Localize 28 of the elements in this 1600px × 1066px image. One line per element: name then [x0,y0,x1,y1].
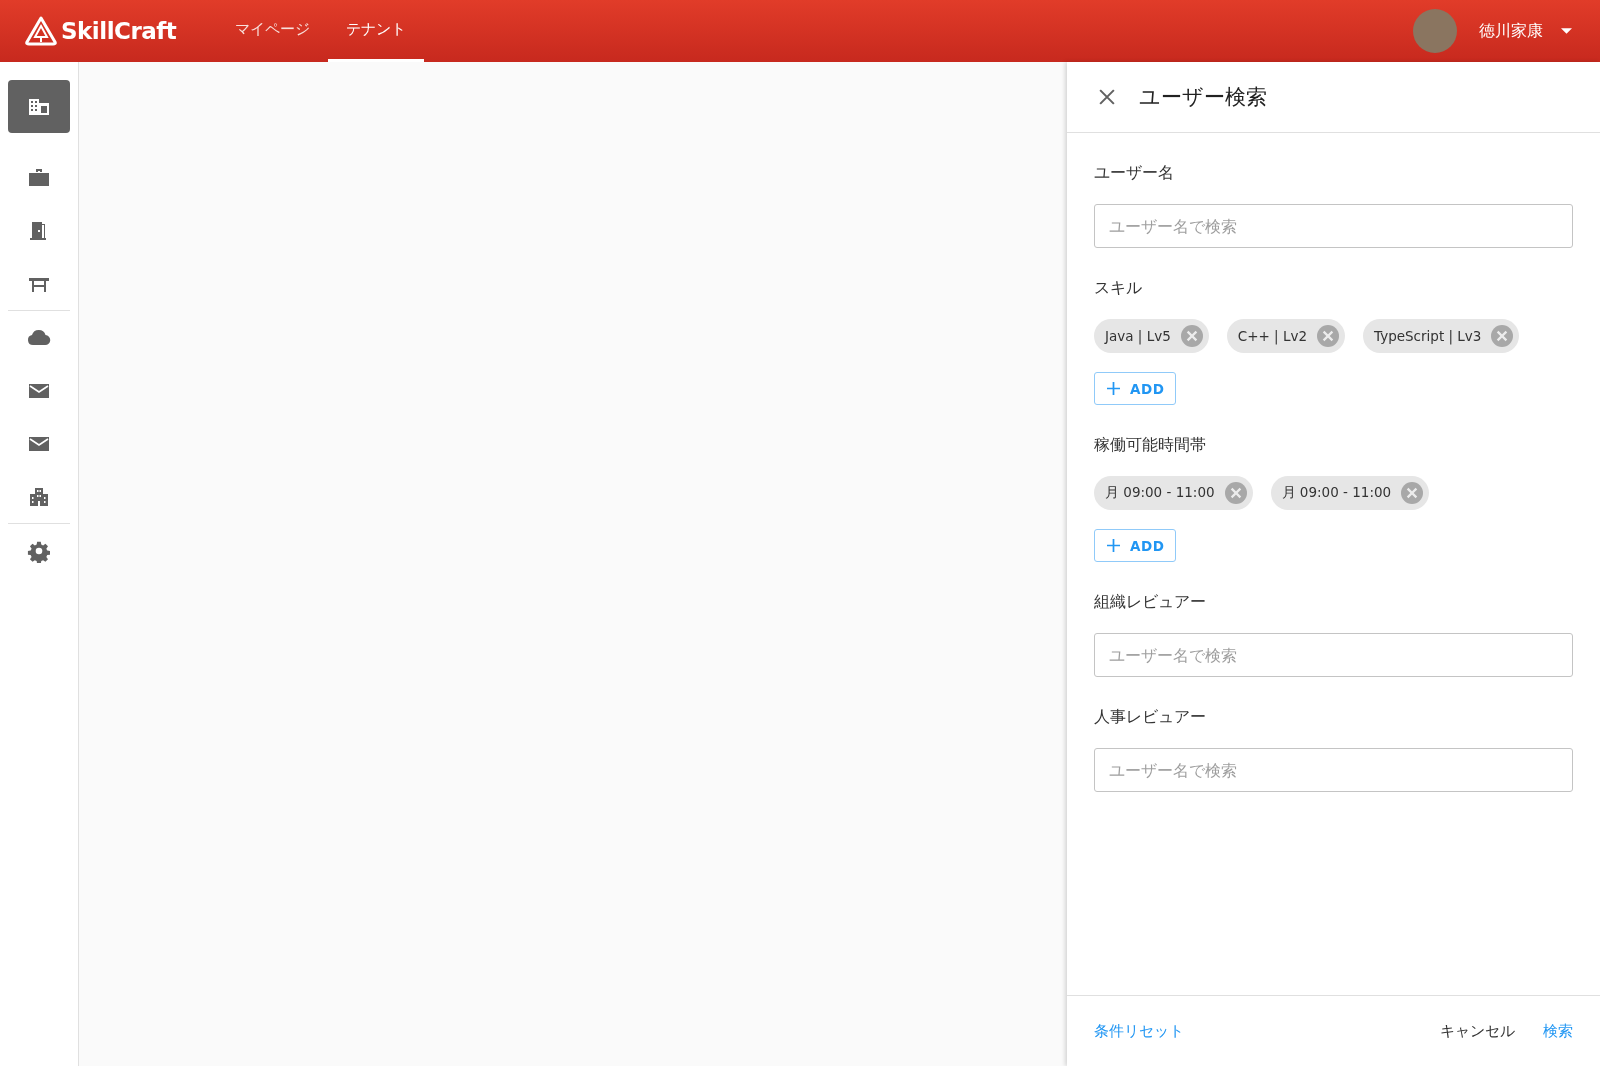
filter-chip[interactable]: TypeScript | Lv3 [1363,319,1520,353]
logo-text[interactable]: SkillCraft [61,18,177,44]
plus-icon [1107,382,1120,395]
logo-icon [25,16,57,46]
search-field[interactable]: ユーザー名で検索 [1094,204,1573,248]
add-button[interactable]: ADD [1094,372,1177,405]
plus-icon [1107,539,1120,552]
filter-chip[interactable]: Java | Lv5 [1094,319,1209,353]
reset-link[interactable]: 条件リセット [1094,1021,1184,1041]
close-icon[interactable] [1099,89,1115,105]
cancel-button[interactable]: キャンセル [1440,1021,1515,1041]
search-field[interactable]: ユーザー名で検索 [1094,633,1573,677]
filter-chip[interactable]: 月 09:00 - 11:00 [1094,476,1253,510]
field-label: 人事レビュアー [1094,707,1206,728]
building-nav-item[interactable] [8,80,70,133]
panel-title: ユーザー検索 [1139,84,1267,111]
field-label: ユーザー名 [1094,163,1174,184]
field-label: スキル [1094,278,1142,299]
search-field[interactable]: ユーザー名で検索 [1094,748,1573,792]
field-label: 稼働可能時間帯 [1094,435,1206,456]
filter-chip[interactable]: 月 09:00 - 11:00 [1270,476,1430,510]
search-button[interactable]: 検索 [1543,1021,1573,1041]
nav-tab[interactable]: マイページ [217,0,328,62]
caret-icon[interactable] [1561,28,1572,34]
field-label: 組織レビュアー [1094,592,1206,613]
filter-chip[interactable]: C++ | Lv2 [1226,319,1346,353]
add-button[interactable]: ADD [1094,529,1177,562]
user-name[interactable]: 徳川家康 [1479,20,1543,42]
